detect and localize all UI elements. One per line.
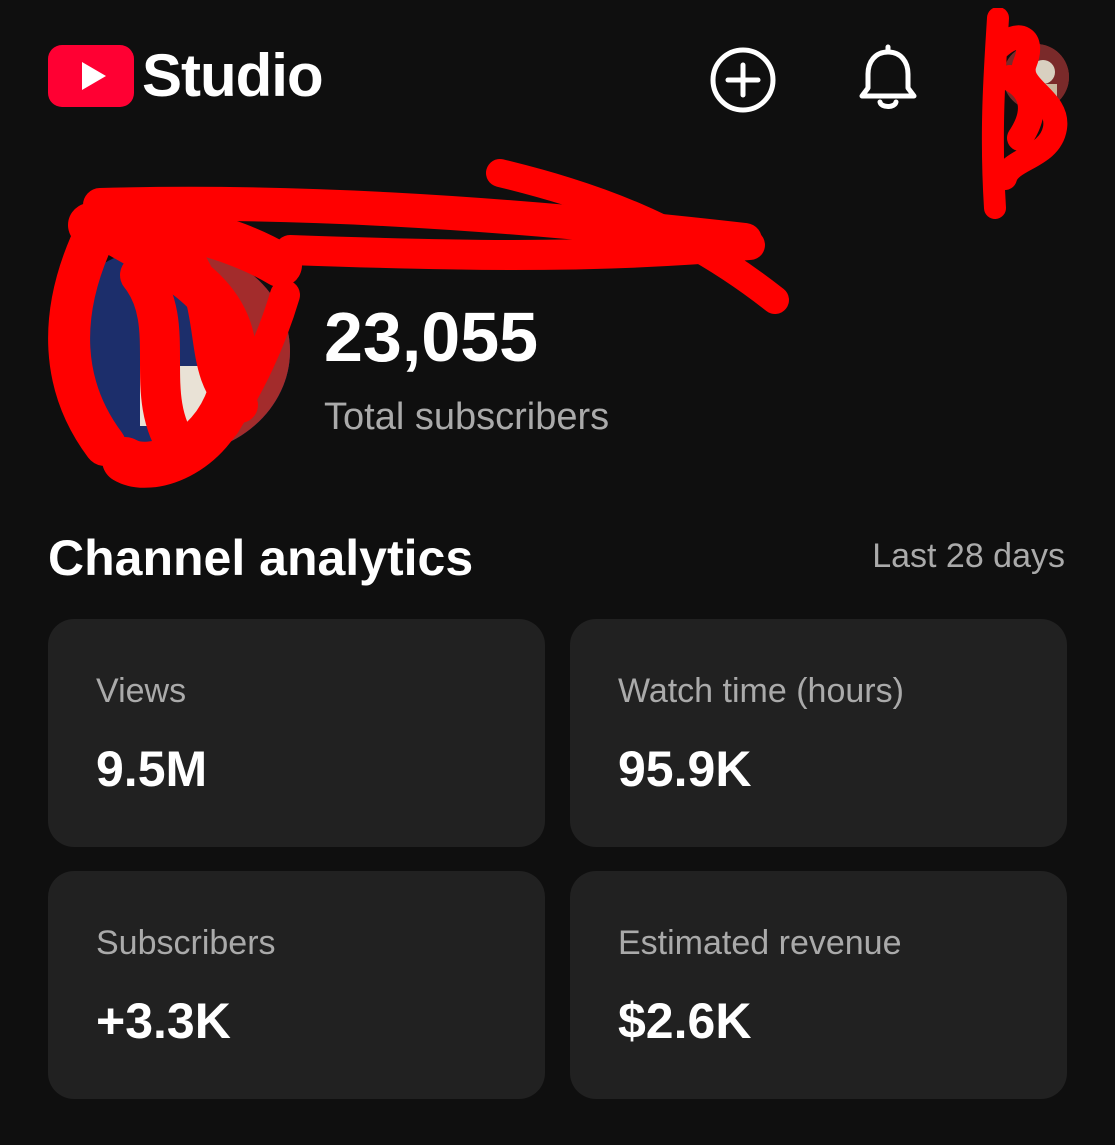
views-value: 9.5M [96, 741, 208, 797]
subscribers-value: +3.3K [96, 993, 231, 1049]
studio-wordmark: Studio [142, 42, 324, 109]
channel-analytics-title: Channel analytics [48, 530, 474, 586]
watch-time-value: 95.9K [618, 741, 752, 797]
channel-avatar-image [50, 246, 290, 456]
subscribers-card[interactable]: Subscribers +3.3K [48, 871, 545, 1099]
estimated-revenue-label: Estimated revenue [618, 924, 902, 962]
youtube-studio-logo[interactable]: Studio [48, 42, 324, 109]
notifications-button[interactable] [852, 44, 924, 116]
subscribers-label: Subscribers [96, 924, 276, 962]
youtube-play-icon [48, 45, 134, 107]
total-subscribers-label: Total subscribers [324, 396, 610, 438]
create-button[interactable] [707, 44, 779, 116]
estimated-revenue-value: $2.6K [618, 993, 752, 1049]
views-label: Views [96, 672, 187, 710]
account-avatar[interactable] [1003, 44, 1069, 110]
bell-icon [859, 44, 917, 109]
create-icon [710, 47, 776, 113]
watch-time-label: Watch time (hours) [618, 672, 904, 710]
channel-avatar[interactable] [50, 246, 290, 456]
watch-time-card[interactable]: Watch time (hours) 95.9K [570, 619, 1067, 847]
analytics-period-label: Last 28 days [872, 537, 1065, 575]
top-app-bar: Studio [0, 0, 1115, 219]
redaction-scribble-account [981, 8, 1068, 219]
estimated-revenue-card[interactable]: Estimated revenue $2.6K [570, 871, 1067, 1099]
total-subscriber-count: 23,055 [324, 298, 539, 376]
views-card[interactable]: Views 9.5M [48, 619, 545, 847]
account-avatar-image [1003, 44, 1069, 110]
